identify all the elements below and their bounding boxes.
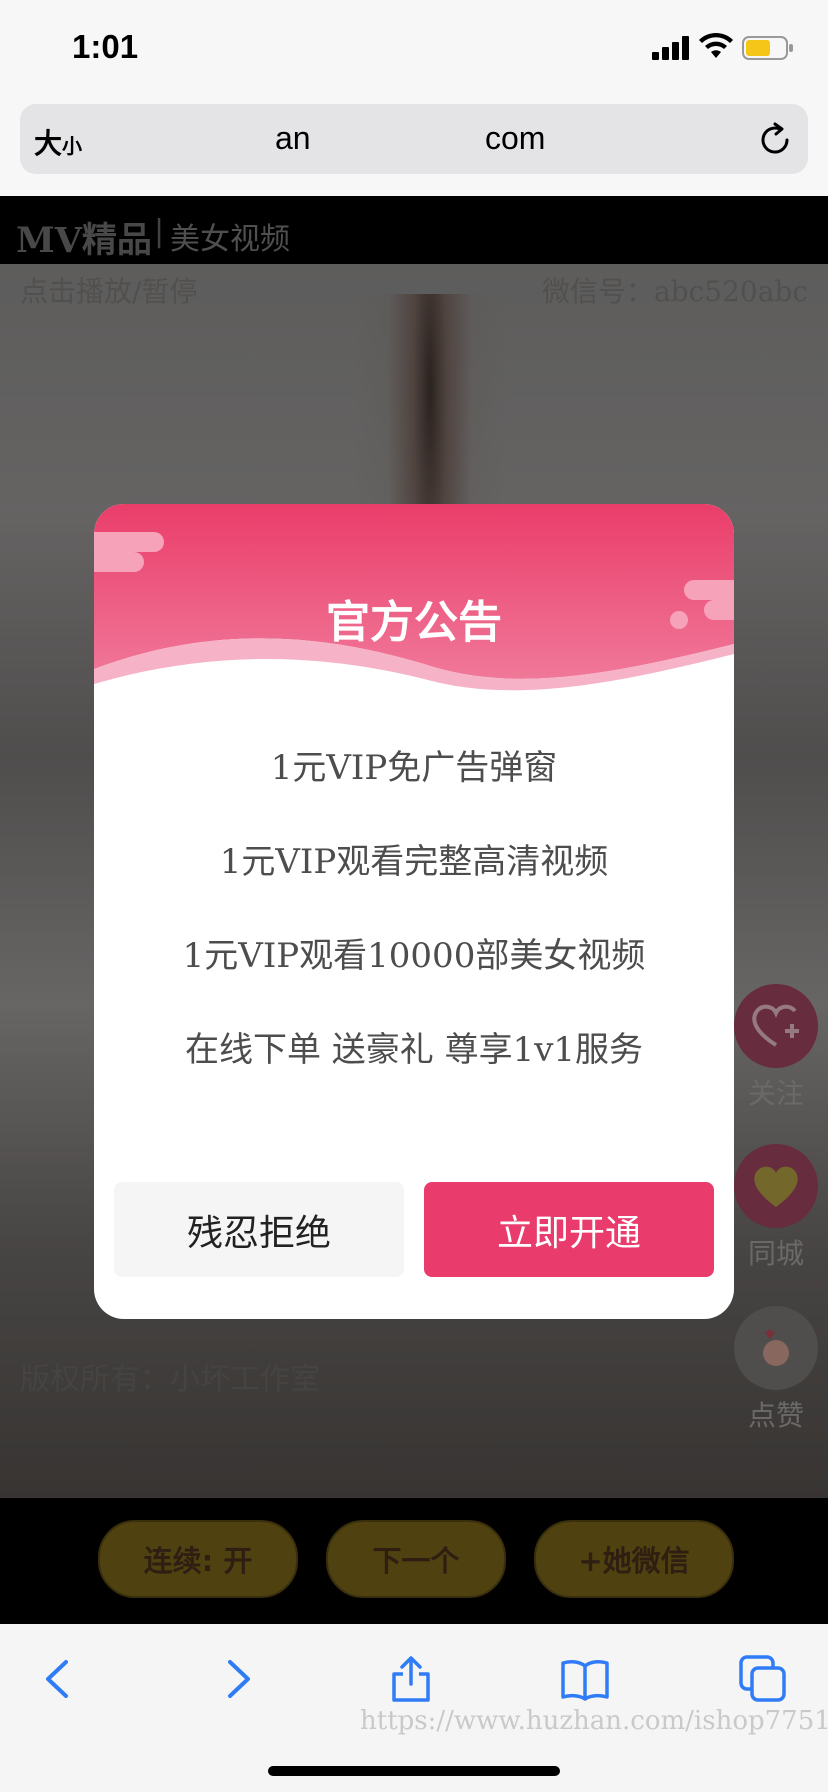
browser-bottom-toolbar: https://www.huzhan.com/ishop7751 xyxy=(0,1624,828,1792)
status-bar: 1:01 xyxy=(0,0,828,96)
share-icon[interactable] xyxy=(386,1654,436,1704)
announcement-line-4: 在线下单 送豪礼 尊享1v1服务 xyxy=(184,1030,644,1070)
text-size-large: 大 xyxy=(34,127,63,160)
status-time: 1:01 xyxy=(72,28,139,65)
text-size-button[interactable]: 大小 xyxy=(34,122,82,162)
address-bar[interactable]: 大小 an com xyxy=(20,104,808,174)
announcement-line-2: 1元VIP观看完整高清视频 xyxy=(219,842,609,882)
home-indicator xyxy=(268,1766,560,1776)
forward-icon[interactable] xyxy=(212,1654,262,1704)
reject-button[interactable]: 残忍拒绝 xyxy=(114,1182,404,1277)
url-text-end: com xyxy=(485,120,546,156)
signal-icon xyxy=(652,36,689,60)
reload-icon[interactable] xyxy=(757,122,793,158)
back-icon[interactable] xyxy=(34,1654,84,1704)
tabs-icon[interactable] xyxy=(738,1654,788,1704)
bookmarks-icon[interactable] xyxy=(560,1654,610,1704)
browser-toolbar: 大小 an com xyxy=(0,96,828,196)
battery-icon xyxy=(742,36,793,60)
watermark-text: https://www.huzhan.com/ishop7751 xyxy=(360,1706,828,1736)
text-size-small: 小 xyxy=(62,134,83,158)
url-text-start: an xyxy=(275,120,311,156)
announcement-line-3: 1元VIP观看10000部美女视频 xyxy=(182,936,646,976)
announcement-line-1: 1元VIP免广告弹窗 xyxy=(270,748,558,788)
wifi-icon xyxy=(699,32,733,58)
subscribe-button[interactable]: 立即开通 xyxy=(424,1182,714,1277)
modal-title: 官方公告 xyxy=(326,597,502,648)
announcement-modal: 官方公告 1元VIP免广告弹窗 1元VIP观看完整高清视频 1元VIP观看100… xyxy=(94,504,734,1319)
